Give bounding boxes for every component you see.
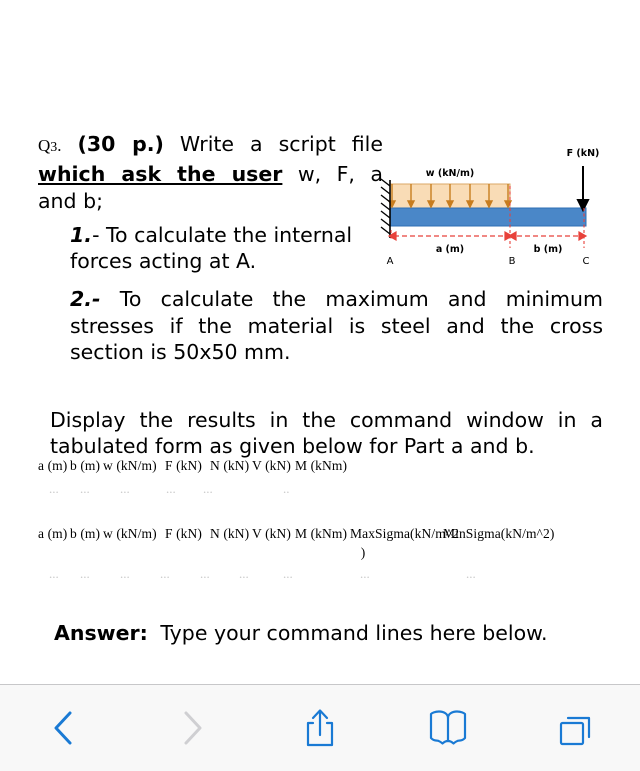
share-icon <box>303 706 337 750</box>
results-table-2: a (m) b (m) w (kN/m) F (kN) N (kN) V (kN) M (k… <box>38 526 554 582</box>
table-2-header-row: a (m) b (m) w (kN/m) F (kN) N (kN) V (kN) M (k… <box>38 526 554 544</box>
item-2-line-1: 2.- To calculate the maximum and minimum <box>70 286 603 313</box>
question-line-3: and b; <box>38 189 104 213</box>
browser-toolbar <box>0 684 640 771</box>
question-underlined-text: which ask the user <box>38 162 283 186</box>
display-line-1: Display the results in the command windo… <box>50 408 603 432</box>
display-line-2: tabulated form as given below for Part a… <box>50 434 535 458</box>
item-2-line-1-text: To calculate the maximum and minimum <box>119 287 603 311</box>
answer-text: Type your command lines here below. <box>160 621 548 645</box>
item-2-line-3: section is 50x50 mm. <box>70 340 291 364</box>
question-line-1: Q3. (30 p.) Write a script file <box>38 131 383 161</box>
results-table-1: a (m) b (m) w (kN/m) F (kN) N (kN) V (kN) M (k… <box>38 458 347 497</box>
table-2-header-cell: F (kN) <box>165 526 202 541</box>
tabs-icon <box>556 708 596 748</box>
table-1-dot-cell: ... <box>166 481 176 496</box>
point-label-B: B <box>509 256 516 267</box>
cantilever-beam-figure: w (kN/m) F (kN) a (m) b (m) A B C <box>378 140 600 268</box>
table-2-header-cell: M (kNm) <box>295 526 348 541</box>
table-2-dot-cell: ... <box>466 566 476 581</box>
table-1-header-cell: b (m) <box>70 458 101 473</box>
table-1-dot-cell: ... <box>80 481 90 496</box>
point-force-arrow <box>576 166 590 213</box>
dimension-line-b <box>507 230 588 242</box>
question-item-1: 1.- To calculate the internal forces act… <box>70 222 382 274</box>
question-item-2: 2.- To calculate the maximum and minimum… <box>70 286 603 366</box>
question-line-1-text: Write a script file <box>179 132 383 156</box>
item-1-number: 1. <box>70 223 93 247</box>
table-1-header-cell: a (m) <box>38 458 68 473</box>
dimension-label-b: b (m) <box>534 244 563 255</box>
table-1-dot-cell: ... <box>120 481 130 496</box>
table-2-dot-cell: ... <box>120 566 130 581</box>
question-block: Q3. (30 p.) Write a script file which as… <box>38 131 383 215</box>
question-number: Q3. <box>38 136 62 155</box>
table-1-header-cell: V (kN) <box>252 458 291 473</box>
table-1-header-cell: F (kN) <box>165 458 202 473</box>
table-2-dot-cell: ... <box>49 566 59 581</box>
table-2-header-cell: N (kN) <box>210 526 250 541</box>
forward-chevron-icon <box>179 708 205 748</box>
table-2-paren-continuation: ) <box>360 545 366 560</box>
point-label-C: C <box>583 256 590 267</box>
fixed-support-hatching <box>380 178 391 235</box>
book-icon <box>428 708 468 748</box>
answer-label: Answer: <box>54 621 148 645</box>
display-results-paragraph: Display the results in the command windo… <box>50 407 603 459</box>
table-1-header-cell: N (kN) <box>210 458 250 473</box>
question-number-sub: 3 <box>50 140 58 155</box>
table-1-dot-cell: .. <box>283 481 290 496</box>
document-content[interactable]: Q3. (30 p.) Write a script file which as… <box>0 0 640 684</box>
back-button[interactable] <box>0 685 128 771</box>
table-2-header-cell: w (kN/m) <box>103 526 157 541</box>
share-button[interactable] <box>256 685 384 771</box>
load-label-w: w (kN/m) <box>426 168 474 179</box>
table-1-header-cell: M (kNm) <box>295 458 348 473</box>
table-2-header-cell: a (m) <box>38 526 68 541</box>
item-2-number: 2.- <box>70 287 101 311</box>
table-1-dot-cell: ... <box>49 481 59 496</box>
table-2-dot-cell: ... <box>360 566 370 581</box>
table-1-dots-row: ................. <box>38 481 338 497</box>
question-points: (30 p.) <box>77 132 164 156</box>
browser-page: Q3. (30 p.) Write a script file which as… <box>0 0 640 771</box>
dimension-line-a <box>387 230 514 242</box>
forward-button[interactable] <box>128 685 256 771</box>
table-1-dot-cell: ... <box>203 481 213 496</box>
back-chevron-icon <box>51 708 77 748</box>
force-label-F: F (kN) <box>567 148 600 159</box>
beam-body <box>389 207 587 227</box>
table-2-dot-cell: ... <box>80 566 90 581</box>
tabs-button[interactable] <box>512 685 640 771</box>
item-1-text: - To calculate the internal forces actin… <box>70 223 353 273</box>
table-2-dots-row: ........................... <box>38 566 538 582</box>
table-2-dot-cell: ... <box>200 566 210 581</box>
bookmarks-button[interactable] <box>384 685 512 771</box>
table-2-dot-cell: ... <box>283 566 293 581</box>
table-2-header-cell: V (kN) <box>252 526 291 541</box>
question-line-2: which ask the user w, F, a <box>38 161 383 188</box>
point-label-A: A <box>387 256 394 267</box>
dimension-label-a: a (m) <box>436 244 464 255</box>
table-1-header-row: a (m) b (m) w (kN/m) F (kN) N (kN) V (kN) M (k… <box>38 458 347 476</box>
table-2-header-cell: MinSigma(kN/m^2) <box>443 526 555 541</box>
table-2-header-cell: b (m) <box>70 526 101 541</box>
table-2-dot-cell: ... <box>160 566 170 581</box>
question-line-2-text: w, F, a <box>297 162 383 186</box>
table-2-dot-cell: ... <box>239 566 249 581</box>
table-1-header-cell: w (kN/m) <box>103 458 157 473</box>
answer-line: Answer: Type your command lines here bel… <box>54 620 614 646</box>
item-2-line-2: stresses if the material is steel and th… <box>70 313 603 338</box>
